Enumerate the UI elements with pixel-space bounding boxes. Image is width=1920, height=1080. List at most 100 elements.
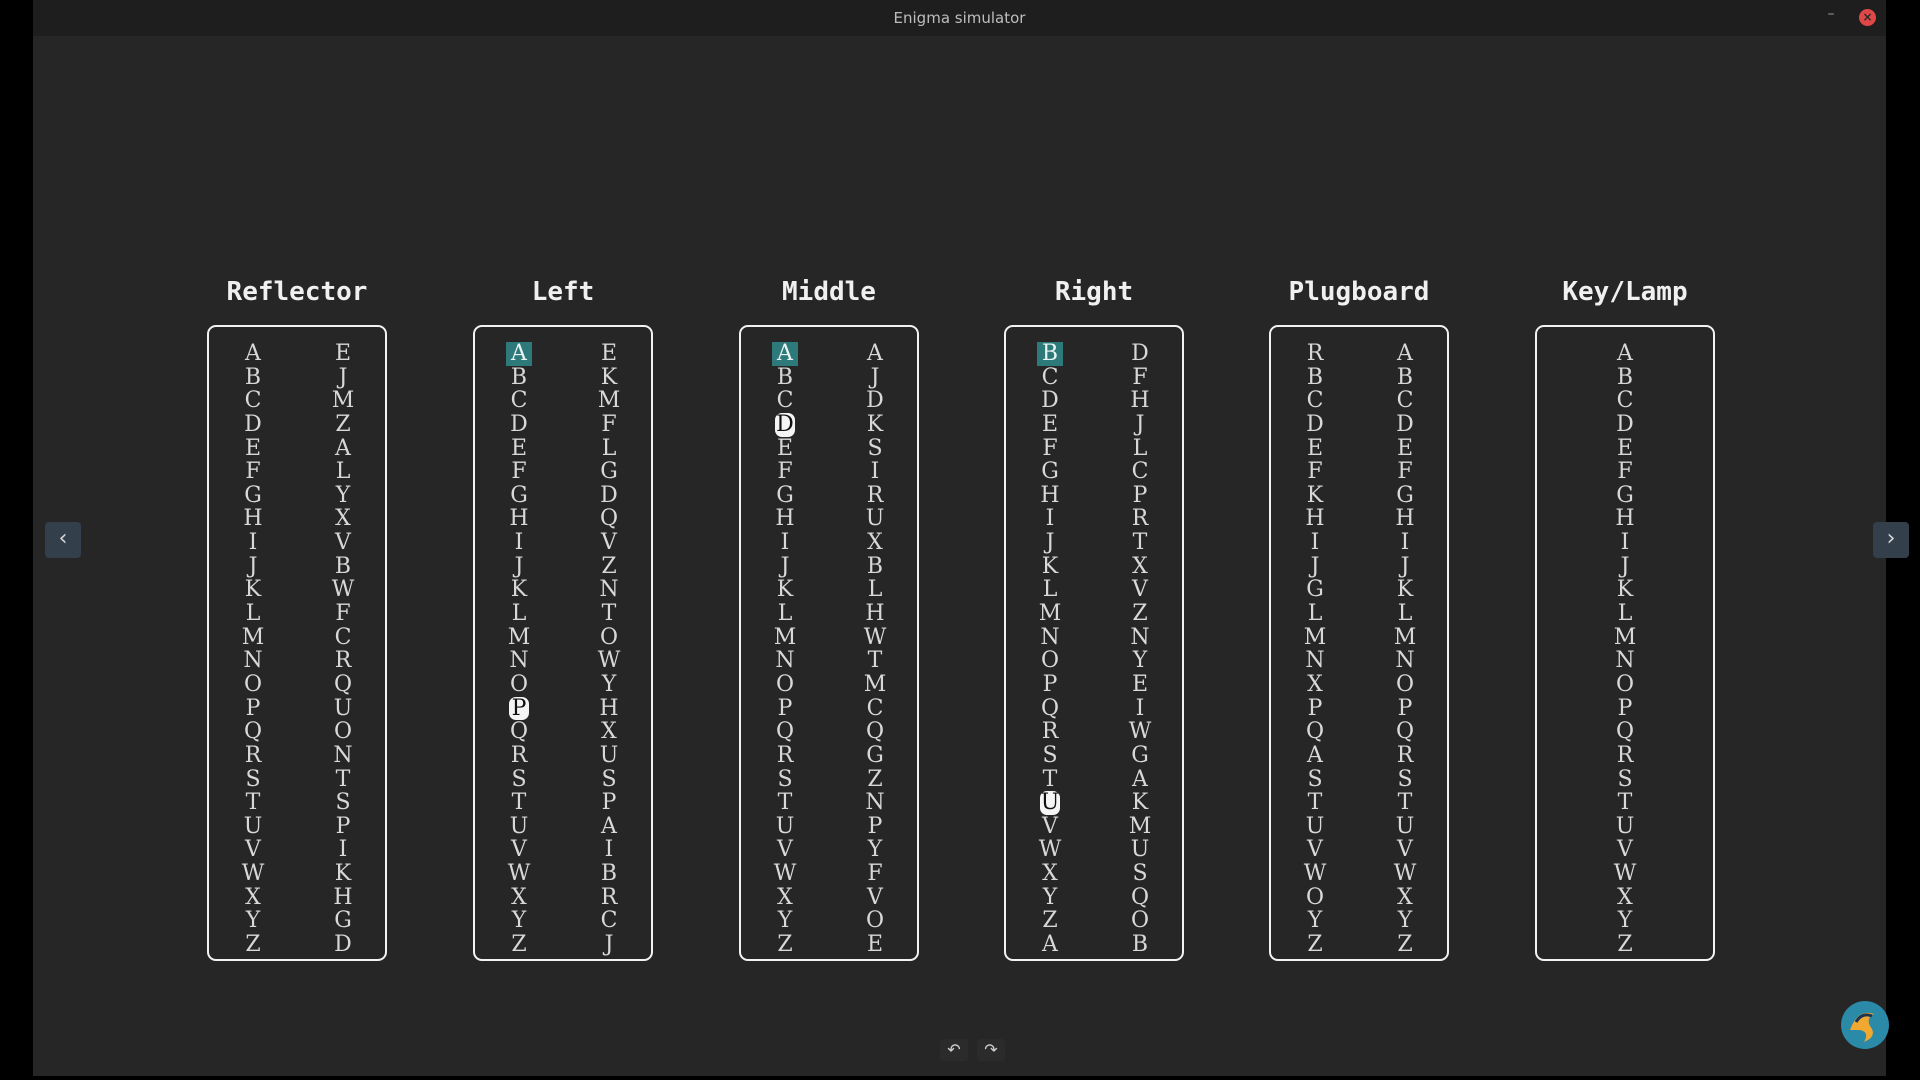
letter-cell[interactable]: H bbox=[506, 507, 532, 531]
letter-cell[interactable]: H bbox=[240, 507, 266, 531]
letter-cell[interactable]: B bbox=[862, 555, 888, 579]
letter-cell[interactable]: S bbox=[1302, 767, 1328, 792]
letter-cell[interactable]: P bbox=[862, 815, 888, 839]
letter-cell[interactable]: D bbox=[1127, 342, 1153, 366]
letter-cell[interactable]: W bbox=[772, 862, 798, 886]
letter-cell[interactable]: I bbox=[1392, 531, 1418, 555]
letter-cell[interactable]: H bbox=[330, 886, 356, 910]
letter-cell[interactable]: B bbox=[330, 555, 356, 579]
letter-cell[interactable]: W bbox=[1037, 838, 1063, 862]
letter-cell[interactable]: V bbox=[1127, 578, 1153, 602]
letter-cell[interactable]: W bbox=[1302, 862, 1328, 886]
letter-cell[interactable]: C bbox=[240, 389, 266, 413]
letter-cell[interactable]: J bbox=[772, 555, 798, 579]
letter-cell[interactable]: F bbox=[596, 413, 622, 437]
letter-cell[interactable]: R bbox=[330, 649, 356, 673]
letter-cell[interactable]: U bbox=[1392, 815, 1418, 839]
letter-cell[interactable]: N bbox=[1302, 649, 1328, 673]
letter-cell[interactable]: I bbox=[330, 838, 356, 862]
letter-cell[interactable]: R bbox=[1392, 744, 1418, 768]
letter-cell[interactable]: T bbox=[596, 602, 622, 626]
letter-cell[interactable]: E bbox=[1392, 436, 1418, 461]
letter-cell[interactable]: S bbox=[1127, 862, 1153, 886]
letter-cell[interactable]: J bbox=[1037, 531, 1063, 555]
letter-cell[interactable]: X bbox=[1302, 673, 1328, 697]
letter-cell[interactable]: N bbox=[330, 744, 356, 768]
letter-cell[interactable]: Y bbox=[1612, 909, 1638, 933]
letter-cell[interactable]: V bbox=[506, 838, 532, 862]
letter-cell[interactable]: G bbox=[506, 484, 532, 508]
letter-cell[interactable]: K bbox=[240, 578, 266, 602]
letter-cell[interactable]: R bbox=[1612, 744, 1638, 768]
letter-cell[interactable]: V bbox=[240, 838, 266, 862]
letter-cell[interactable]: V bbox=[1392, 838, 1418, 862]
letter-cell[interactable]: U bbox=[862, 507, 888, 531]
letter-cell[interactable]: U bbox=[330, 696, 356, 721]
letter-cell[interactable]: M bbox=[240, 626, 266, 650]
letter-cell[interactable]: G bbox=[330, 909, 356, 933]
letter-cell[interactable]: B bbox=[1037, 342, 1063, 366]
letter-cell[interactable]: I bbox=[1612, 531, 1638, 555]
letter-cell[interactable]: N bbox=[1612, 649, 1638, 673]
letter-cell[interactable]: Q bbox=[330, 673, 356, 697]
letter-cell[interactable]: C bbox=[1392, 389, 1418, 413]
wiring-box[interactable]: ABCDEFGHIJKLMNOPQRSTUVWXYZEJMZALYXVBWFCR… bbox=[207, 325, 387, 961]
letter-cell[interactable]: T bbox=[506, 791, 532, 815]
letter-cell[interactable]: U bbox=[506, 815, 532, 839]
letter-cell[interactable]: A bbox=[1037, 933, 1063, 957]
letter-cell[interactable]: U bbox=[1127, 838, 1153, 862]
letter-cell[interactable]: E bbox=[1612, 436, 1638, 461]
letter-cell[interactable]: V bbox=[772, 838, 798, 862]
letter-cell[interactable]: E bbox=[1037, 413, 1063, 437]
letter-cell[interactable]: D bbox=[506, 413, 532, 437]
letter-cell[interactable]: I bbox=[240, 531, 266, 555]
letter-cell[interactable]: Z bbox=[330, 413, 356, 437]
letter-cell[interactable]: G bbox=[1612, 484, 1638, 508]
letter-cell[interactable]: J bbox=[1127, 413, 1153, 437]
letter-cell[interactable]: Y bbox=[596, 673, 622, 697]
letter-cell[interactable]: L bbox=[1392, 602, 1418, 626]
letter-cell[interactable]: Z bbox=[772, 933, 798, 957]
letter-cell[interactable]: G bbox=[1037, 460, 1063, 484]
letter-cell[interactable]: Z bbox=[506, 933, 532, 957]
letter-cell[interactable]: O bbox=[862, 909, 888, 933]
letter-cell[interactable]: R bbox=[240, 744, 266, 768]
letter-cell[interactable]: Y bbox=[330, 484, 356, 508]
letter-cell[interactable]: L bbox=[772, 602, 798, 626]
letter-cell[interactable]: A bbox=[1302, 744, 1328, 768]
letter-cell[interactable]: D bbox=[1037, 389, 1063, 413]
rotate-right-icon[interactable]: ↷ bbox=[977, 1039, 1005, 1061]
letter-cell[interactable]: X bbox=[330, 507, 356, 531]
letter-cell[interactable]: G bbox=[1127, 744, 1153, 768]
letter-cell[interactable]: I bbox=[506, 531, 532, 555]
letter-cell[interactable]: A bbox=[240, 342, 266, 366]
letter-cell[interactable]: O bbox=[1127, 909, 1153, 933]
letter-cell[interactable]: B bbox=[1302, 365, 1328, 390]
letter-cell[interactable]: K bbox=[596, 365, 622, 390]
letter-cell[interactable]: N bbox=[240, 649, 266, 673]
letter-cell[interactable]: S bbox=[772, 767, 798, 792]
letter-cell[interactable]: S bbox=[330, 791, 356, 815]
letter-cell[interactable]: Y bbox=[772, 909, 798, 933]
letter-cell[interactable]: G bbox=[862, 744, 888, 768]
letter-cell[interactable]: E bbox=[506, 436, 532, 461]
letter-cell[interactable]: O bbox=[506, 673, 532, 697]
letter-cell[interactable]: N bbox=[506, 649, 532, 673]
letter-cell[interactable]: X bbox=[240, 886, 266, 910]
letter-cell[interactable]: L bbox=[240, 602, 266, 626]
letter-cell[interactable]: H bbox=[1302, 507, 1328, 531]
letter-cell[interactable]: K bbox=[506, 578, 532, 602]
letter-cell[interactable]: M bbox=[1392, 626, 1418, 650]
letter-cell[interactable]: G bbox=[240, 484, 266, 508]
letter-cell[interactable]: I bbox=[862, 460, 888, 484]
letter-cell[interactable]: T bbox=[862, 649, 888, 673]
letter-cell[interactable]: W bbox=[1392, 862, 1418, 886]
letter-cell[interactable]: S bbox=[1612, 767, 1638, 792]
letter-cell[interactable]: E bbox=[330, 342, 356, 366]
letter-cell[interactable]: L bbox=[1127, 436, 1153, 461]
letter-cell[interactable]: A bbox=[330, 436, 356, 461]
letter-cell[interactable]: R bbox=[1127, 507, 1153, 531]
letter-cell[interactable]: Z bbox=[862, 767, 888, 792]
letter-cell[interactable]: Q bbox=[240, 720, 266, 744]
letter-cell[interactable]: J bbox=[1392, 555, 1418, 579]
